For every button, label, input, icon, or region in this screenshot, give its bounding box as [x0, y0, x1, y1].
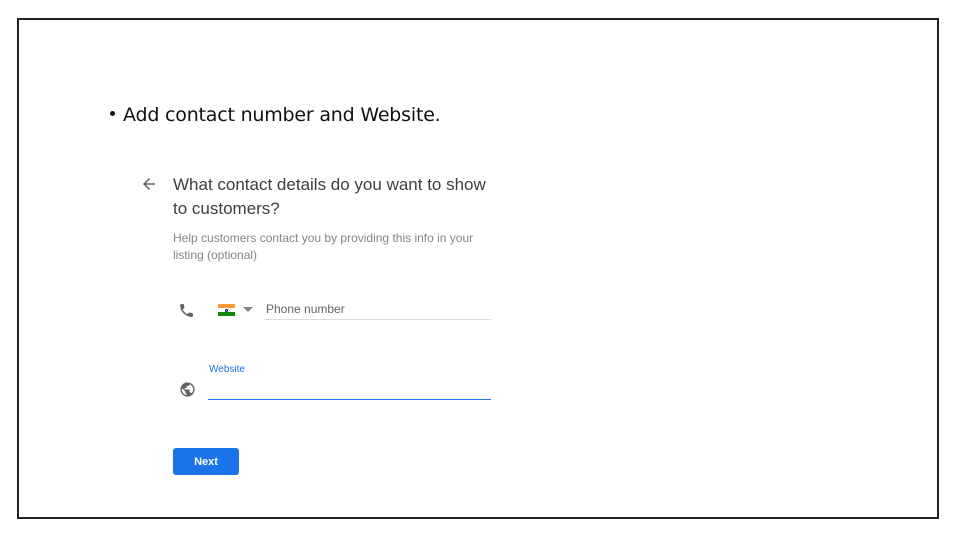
next-button[interactable]: Next: [173, 448, 239, 475]
india-flag-icon[interactable]: [218, 304, 235, 316]
bullet-dot: [110, 111, 115, 116]
phone-icon: [180, 304, 193, 317]
form-help-text: Help customers contact you by providing …: [173, 231, 474, 262]
bullet-item: Add contact number and Website.: [110, 104, 441, 126]
country-dropdown-caret-icon[interactable]: [243, 307, 253, 312]
slide-frame: [17, 18, 939, 519]
website-field-label: Website: [209, 364, 245, 375]
bullet-text: Add contact number and Website.: [123, 104, 441, 126]
website-input[interactable]: [208, 378, 491, 400]
form-heading: What contact details do you want to show…: [173, 175, 486, 218]
back-arrow-icon[interactable]: [140, 175, 158, 193]
flag-band-green: [218, 312, 235, 316]
globe-icon: [180, 382, 195, 397]
phone-number-input[interactable]: [264, 298, 491, 320]
flag-chakra: [225, 308, 228, 312]
flag-band-white: [218, 308, 235, 312]
